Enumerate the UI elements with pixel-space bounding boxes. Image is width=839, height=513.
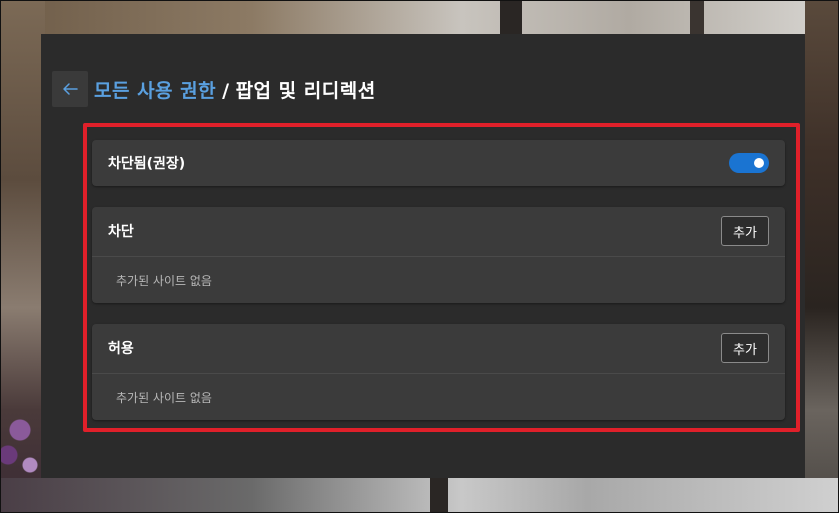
page-header: 모든 사용 권한 / 팝업 및 리디렉션: [52, 71, 376, 107]
background-bottom: [0, 478, 839, 513]
breadcrumb-separator: /: [222, 79, 230, 102]
page-title: 모든 사용 권한 / 팝업 및 리디렉션: [94, 76, 376, 103]
background-flower: [0, 400, 45, 480]
toggle-knob: [754, 158, 764, 168]
allow-site-list: 추가된 사이트 없음: [92, 373, 785, 420]
blocked-setting-label: 차단됨(권장): [108, 156, 186, 172]
allow-section-header: 허용 추가: [92, 324, 785, 372]
blocked-setting-card: 차단됨(권장): [92, 140, 785, 186]
arrow-left-icon: [63, 83, 78, 95]
breadcrumb-all-permissions[interactable]: 모든 사용 권한: [94, 80, 216, 102]
block-section: 차단 추가 추가된 사이트 없음: [92, 207, 785, 303]
block-section-label: 차단: [108, 224, 134, 240]
blocked-setting-row: 차단됨(권장): [92, 140, 785, 186]
background-top: [0, 0, 839, 36]
allow-section-label: 허용: [108, 341, 134, 357]
block-add-button[interactable]: 추가: [721, 216, 769, 246]
allow-add-button[interactable]: 추가: [721, 333, 769, 363]
block-site-list: 추가된 사이트 없음: [92, 256, 785, 303]
breadcrumb-current: 팝업 및 리디렉션: [235, 79, 376, 102]
background-right: [805, 0, 839, 513]
blocked-toggle[interactable]: [729, 153, 769, 173]
allow-section: 허용 추가 추가된 사이트 없음: [92, 324, 785, 420]
background-stripe: [430, 478, 448, 513]
block-empty-text: 추가된 사이트 없음: [116, 273, 212, 288]
back-button[interactable]: [52, 71, 88, 107]
background-stripe: [500, 0, 522, 36]
settings-panel: 모든 사용 권한 / 팝업 및 리디렉션 차단됨(권장) 차단 추가 추가된 사이트…: [41, 34, 805, 478]
allow-empty-text: 추가된 사이트 없음: [116, 390, 212, 405]
block-section-header: 차단 추가: [92, 207, 785, 255]
background-stripe: [690, 0, 704, 36]
